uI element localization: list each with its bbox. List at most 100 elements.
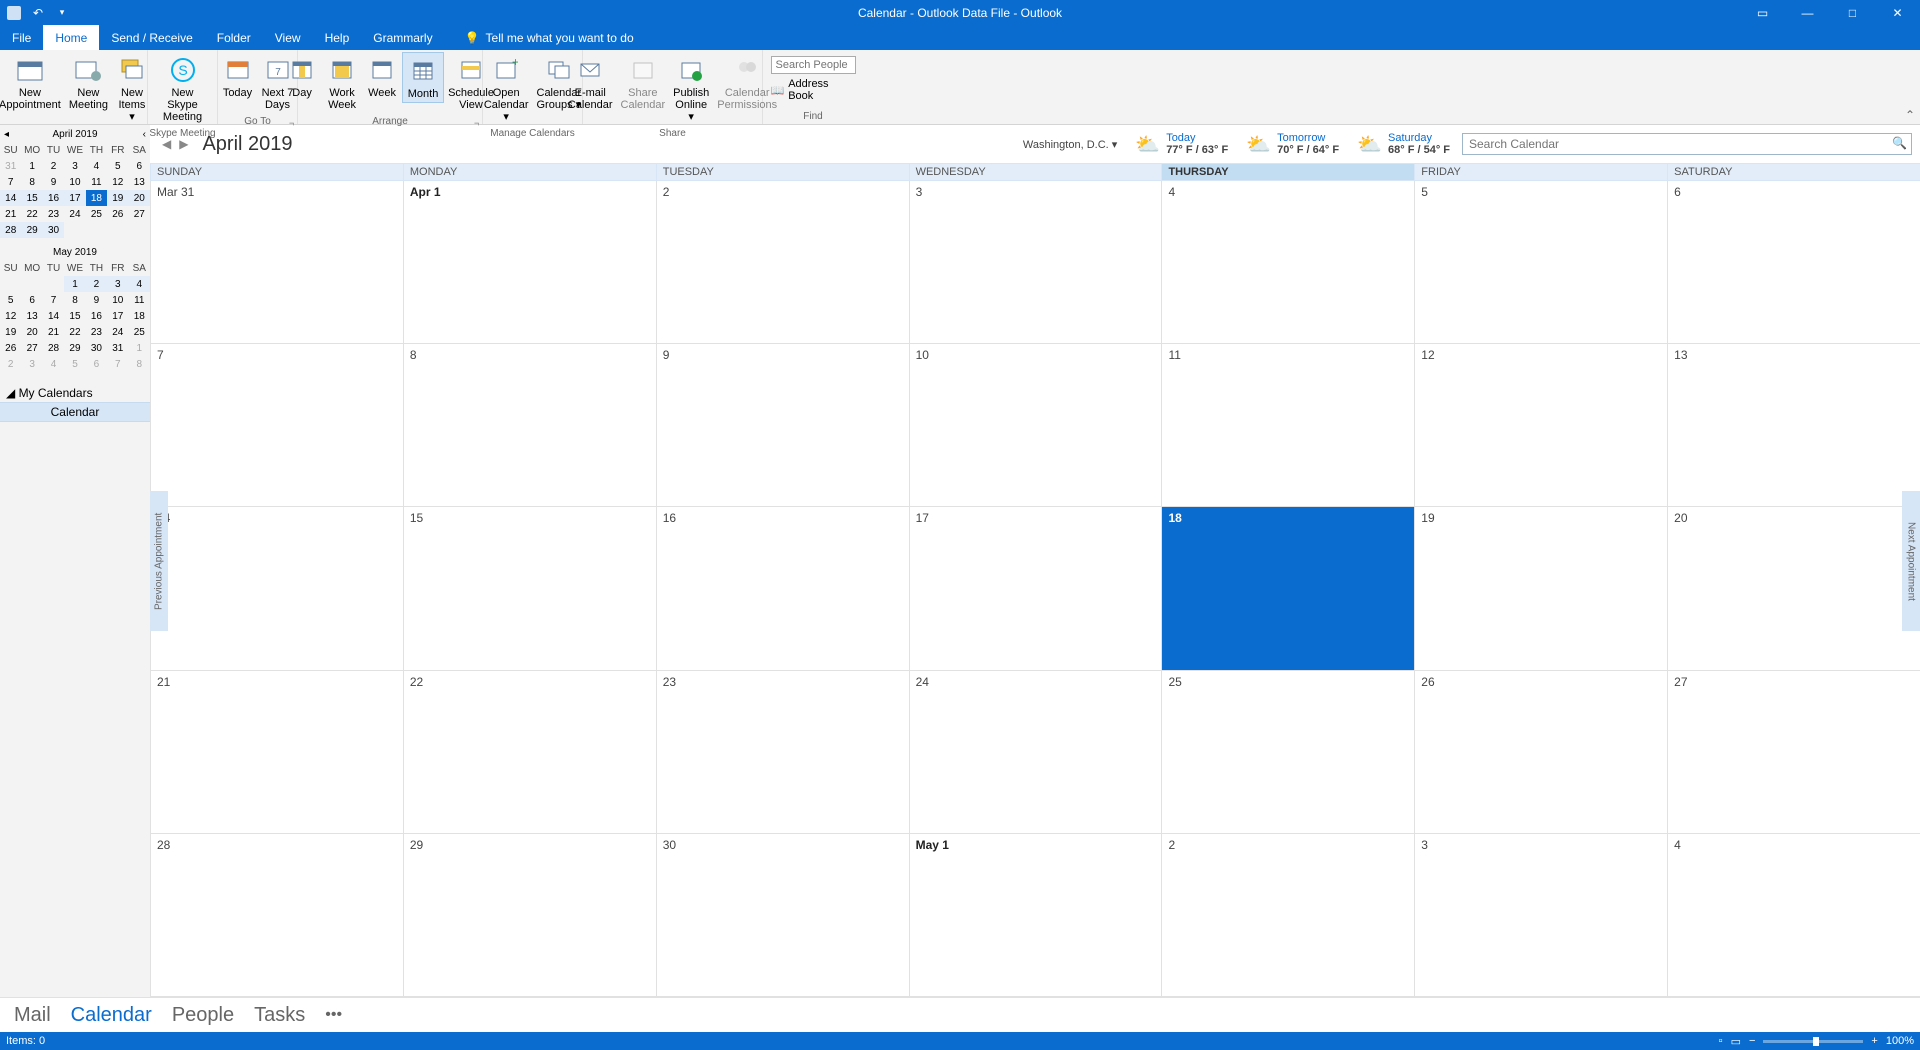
tellme-search[interactable]: 💡 Tell me what you want to do bbox=[465, 31, 634, 45]
mini-day[interactable]: 28 bbox=[0, 222, 21, 238]
mini-day[interactable]: 1 bbox=[129, 340, 150, 356]
calendar-cell[interactable]: 10 bbox=[909, 344, 1162, 506]
prev-month-icon[interactable]: ◀ bbox=[158, 137, 175, 151]
tab-view[interactable]: View bbox=[263, 25, 313, 50]
mini-day[interactable]: 24 bbox=[64, 206, 85, 222]
calendar-cell[interactable]: 8 bbox=[403, 344, 656, 506]
zoom-in-icon[interactable]: + bbox=[1871, 1035, 1877, 1047]
calendar-cell[interactable]: 21 bbox=[150, 671, 403, 833]
mini-day[interactable]: 10 bbox=[107, 292, 128, 308]
nav-calendar[interactable]: Calendar bbox=[71, 1004, 152, 1027]
mini-day[interactable]: 3 bbox=[64, 158, 85, 174]
mini-day[interactable]: 26 bbox=[107, 206, 128, 222]
calendar-cell[interactable]: 4 bbox=[1161, 181, 1414, 343]
mini-day[interactable]: 25 bbox=[129, 324, 150, 340]
mini-day[interactable]: 22 bbox=[21, 206, 42, 222]
tab-home[interactable]: Home bbox=[43, 25, 99, 50]
new-skype-meeting-button[interactable]: SNew Skype Meeting bbox=[152, 52, 213, 125]
calendar-cell[interactable]: 25 bbox=[1161, 671, 1414, 833]
mini-day[interactable]: 8 bbox=[129, 356, 150, 372]
mini-day[interactable]: 17 bbox=[107, 308, 128, 324]
calendar-cell[interactable]: 14 bbox=[150, 507, 403, 669]
calendar-cell[interactable]: 26 bbox=[1414, 671, 1667, 833]
mini-day[interactable]: 4 bbox=[129, 276, 150, 292]
new-items-button[interactable]: New Items ▾ bbox=[112, 52, 152, 125]
nav-mail[interactable]: Mail bbox=[14, 1004, 51, 1027]
calendar-cell[interactable]: Apr 1 bbox=[403, 181, 656, 343]
ribbon-collapse-icon[interactable]: ⌃ bbox=[1905, 108, 1915, 122]
calendar-cell[interactable]: 20 bbox=[1667, 507, 1920, 669]
next-month-icon[interactable]: ▶ bbox=[175, 137, 192, 151]
mini-day[interactable]: 13 bbox=[129, 174, 150, 190]
mini-day[interactable]: 6 bbox=[129, 158, 150, 174]
calendar-cell[interactable]: 28 bbox=[150, 834, 403, 996]
outlook-icon[interactable] bbox=[6, 5, 22, 21]
search-calendar-input[interactable] bbox=[1462, 133, 1912, 155]
mini-day[interactable]: 9 bbox=[86, 292, 107, 308]
mini-day[interactable]: 14 bbox=[43, 308, 64, 324]
calendar-cell[interactable]: 3 bbox=[1414, 834, 1667, 996]
day-view-button[interactable]: Day bbox=[282, 52, 322, 101]
mini-day[interactable]: 9 bbox=[43, 174, 64, 190]
previous-appointment-tab[interactable]: Previous Appointment bbox=[150, 491, 168, 631]
zoom-level[interactable]: 100% bbox=[1886, 1035, 1914, 1047]
mini-day[interactable]: 21 bbox=[0, 206, 21, 222]
mini-day[interactable]: 11 bbox=[86, 174, 107, 190]
mini-day[interactable]: 31 bbox=[0, 158, 21, 174]
mini-day[interactable]: 16 bbox=[86, 308, 107, 324]
mini-day[interactable]: 30 bbox=[86, 340, 107, 356]
calendar-cell[interactable]: 7 bbox=[150, 344, 403, 506]
mini-day[interactable]: 8 bbox=[21, 174, 42, 190]
calendar-cell[interactable]: 9 bbox=[656, 344, 909, 506]
nav-people[interactable]: People bbox=[172, 1004, 234, 1027]
mini-day[interactable]: 16 bbox=[43, 190, 64, 206]
calendar-cell[interactable]: May 1 bbox=[909, 834, 1162, 996]
mini-collapse-icon[interactable]: ‹ bbox=[143, 129, 146, 140]
tab-send-receive[interactable]: Send / Receive bbox=[99, 25, 204, 50]
mini-day[interactable]: 12 bbox=[107, 174, 128, 190]
email-calendar-button[interactable]: E-mail Calendar bbox=[564, 52, 617, 113]
mini-day[interactable]: 4 bbox=[86, 158, 107, 174]
mini-day[interactable]: 8 bbox=[64, 292, 85, 308]
undo-icon[interactable]: ↶ bbox=[30, 5, 46, 21]
mini-day[interactable]: 14 bbox=[0, 190, 21, 206]
mini-day[interactable]: 3 bbox=[107, 276, 128, 292]
mini-prev-icon[interactable]: ◂ bbox=[4, 129, 9, 140]
mini-day[interactable]: 7 bbox=[0, 174, 21, 190]
calendar-cell[interactable]: 3 bbox=[909, 181, 1162, 343]
mini-day[interactable]: 5 bbox=[64, 356, 85, 372]
calendar-cell[interactable]: 11 bbox=[1161, 344, 1414, 506]
mini-day[interactable]: 15 bbox=[64, 308, 85, 324]
mini-day[interactable]: 4 bbox=[43, 356, 64, 372]
mini-day[interactable]: 23 bbox=[86, 324, 107, 340]
weather-day[interactable]: ⛅Tomorrow70° F / 64° F bbox=[1246, 132, 1339, 157]
tab-grammarly[interactable]: Grammarly bbox=[361, 25, 444, 50]
weather-day[interactable]: ⛅Saturday68° F / 54° F bbox=[1357, 132, 1450, 157]
mini-day[interactable]: 3 bbox=[21, 356, 42, 372]
mini-day[interactable]: 15 bbox=[21, 190, 42, 206]
mini-day[interactable]: 29 bbox=[64, 340, 85, 356]
mini-day[interactable]: 2 bbox=[0, 356, 21, 372]
tab-help[interactable]: Help bbox=[313, 25, 362, 50]
mini-day[interactable]: 13 bbox=[21, 308, 42, 324]
search-icon[interactable]: 🔍 bbox=[1892, 136, 1907, 150]
mini-day[interactable]: 6 bbox=[21, 292, 42, 308]
my-calendars-header[interactable]: ◢ My Calendars bbox=[0, 384, 150, 402]
weather-location[interactable]: Washington, D.C. ▾ bbox=[1023, 138, 1117, 151]
mini-day[interactable]: 7 bbox=[107, 356, 128, 372]
mini-day[interactable]: 20 bbox=[129, 190, 150, 206]
calendar-cell[interactable]: 24 bbox=[909, 671, 1162, 833]
calendar-cell[interactable]: 2 bbox=[1161, 834, 1414, 996]
mini-day[interactable]: 19 bbox=[0, 324, 21, 340]
mini-day[interactable]: 20 bbox=[21, 324, 42, 340]
address-book-button[interactable]: 📖Address Book bbox=[771, 78, 856, 102]
mini-day[interactable]: 19 bbox=[107, 190, 128, 206]
mini-day[interactable]: 31 bbox=[107, 340, 128, 356]
mini-day[interactable]: 27 bbox=[129, 206, 150, 222]
calendar-cell[interactable]: 12 bbox=[1414, 344, 1667, 506]
mini-day[interactable]: 12 bbox=[0, 308, 21, 324]
today-button[interactable]: Today bbox=[218, 52, 258, 101]
view-normal-icon[interactable]: ▫ bbox=[1719, 1035, 1723, 1047]
next-appointment-tab[interactable]: Next Appointment bbox=[1902, 491, 1920, 631]
calendar-cell[interactable]: 19 bbox=[1414, 507, 1667, 669]
